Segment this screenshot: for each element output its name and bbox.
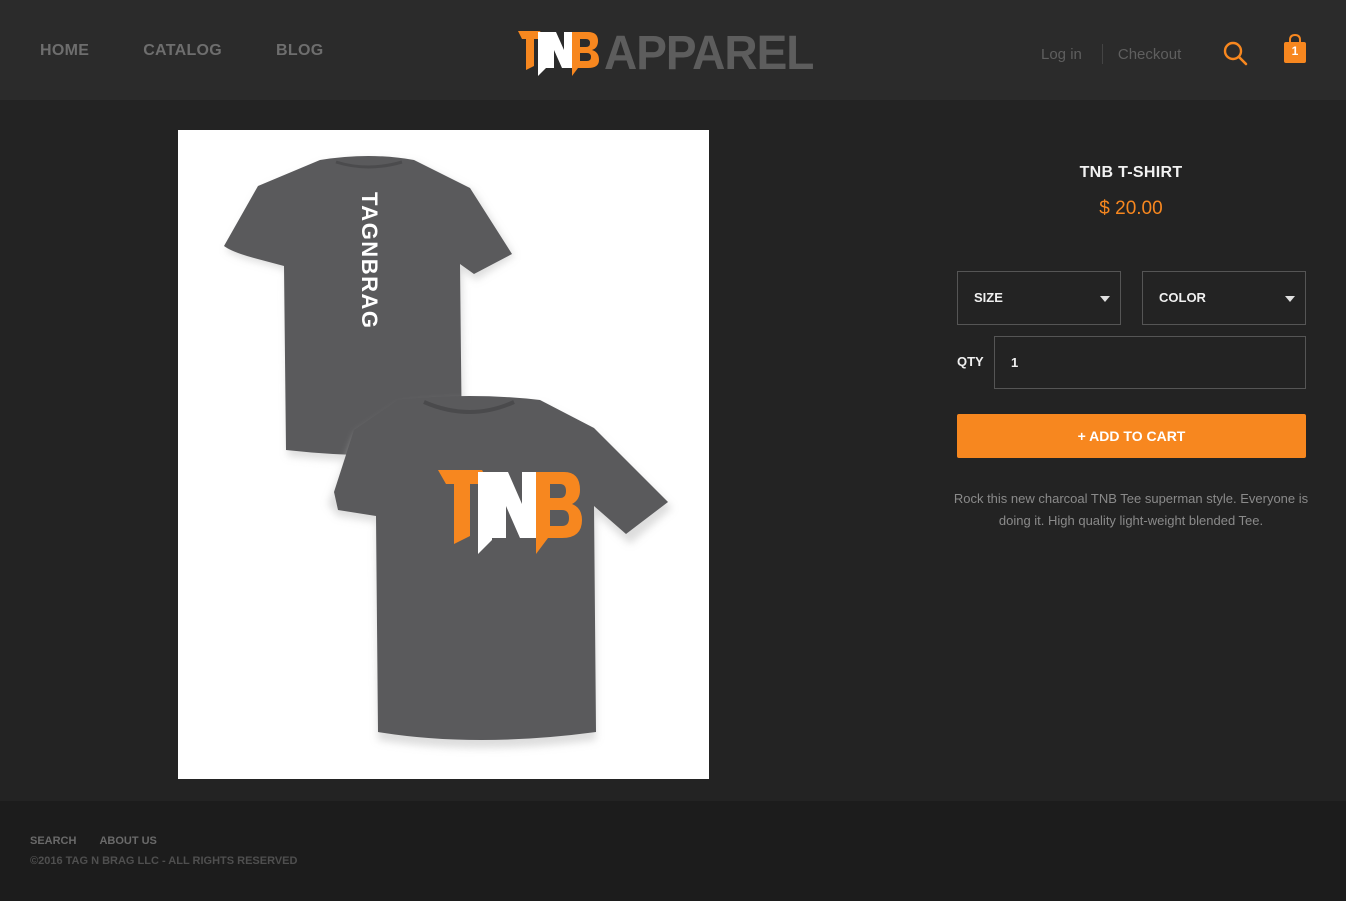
size-select[interactable]: SIZE xyxy=(957,271,1121,325)
cart-count-badge: 1 xyxy=(1291,44,1299,58)
svg-text:TAGNBRAG: TAGNBRAG xyxy=(357,192,382,329)
checkout-link[interactable]: Checkout xyxy=(1118,46,1181,63)
login-link[interactable]: Log in xyxy=(1041,46,1082,63)
site-header: HOME CATALOG BLOG APPAREL Log in Checkou… xyxy=(0,0,1346,100)
site-logo[interactable]: APPAREL xyxy=(518,28,830,80)
product-title: TNB T-SHIRT xyxy=(1079,164,1183,181)
size-chevron-down-icon xyxy=(1100,296,1110,302)
search-icon[interactable] xyxy=(1222,40,1248,66)
color-select[interactable]: COLOR xyxy=(1142,271,1306,325)
account-links: Log in Checkout xyxy=(1041,44,1181,64)
tshirt-photo: TAGNBRAG xyxy=(224,156,672,748)
nav-home-link[interactable]: HOME xyxy=(40,42,89,60)
product-description: Rock this new charcoal TNB Tee superman … xyxy=(953,491,1309,528)
logo-wordmark: APPAREL xyxy=(604,24,814,80)
product-price: $ 20.00 xyxy=(1099,198,1163,219)
footer-links: SEARCH ABOUT US xyxy=(30,835,180,847)
color-chevron-down-icon xyxy=(1285,296,1295,302)
add-to-cart-button[interactable]: + ADD TO CART xyxy=(957,414,1306,458)
size-select-label: SIZE xyxy=(974,290,1003,305)
site-footer: SEARCH ABOUT US ©2016 TAG N BRAG LLC - A… xyxy=(0,801,1346,901)
color-select-label: COLOR xyxy=(1159,290,1206,305)
account-divider xyxy=(1101,44,1103,64)
footer-search-link[interactable]: SEARCH xyxy=(30,835,76,847)
tnb-logo-mark-icon xyxy=(518,31,599,76)
main-nav: HOME CATALOG BLOG xyxy=(40,42,377,60)
nav-blog-link[interactable]: BLOG xyxy=(276,42,323,60)
qty-label: QTY xyxy=(957,354,984,369)
qty-input[interactable] xyxy=(994,336,1306,389)
footer-about-link[interactable]: ABOUT US xyxy=(99,835,156,847)
nav-catalog-link[interactable]: CATALOG xyxy=(143,42,222,60)
product-image[interactable]: TAGNBRAG xyxy=(178,130,709,779)
copyright-text: ©2016 TAG N BRAG LLC - ALL RIGHTS RESERV… xyxy=(30,855,298,867)
back-print-text: TAGNBRAG xyxy=(357,192,382,329)
